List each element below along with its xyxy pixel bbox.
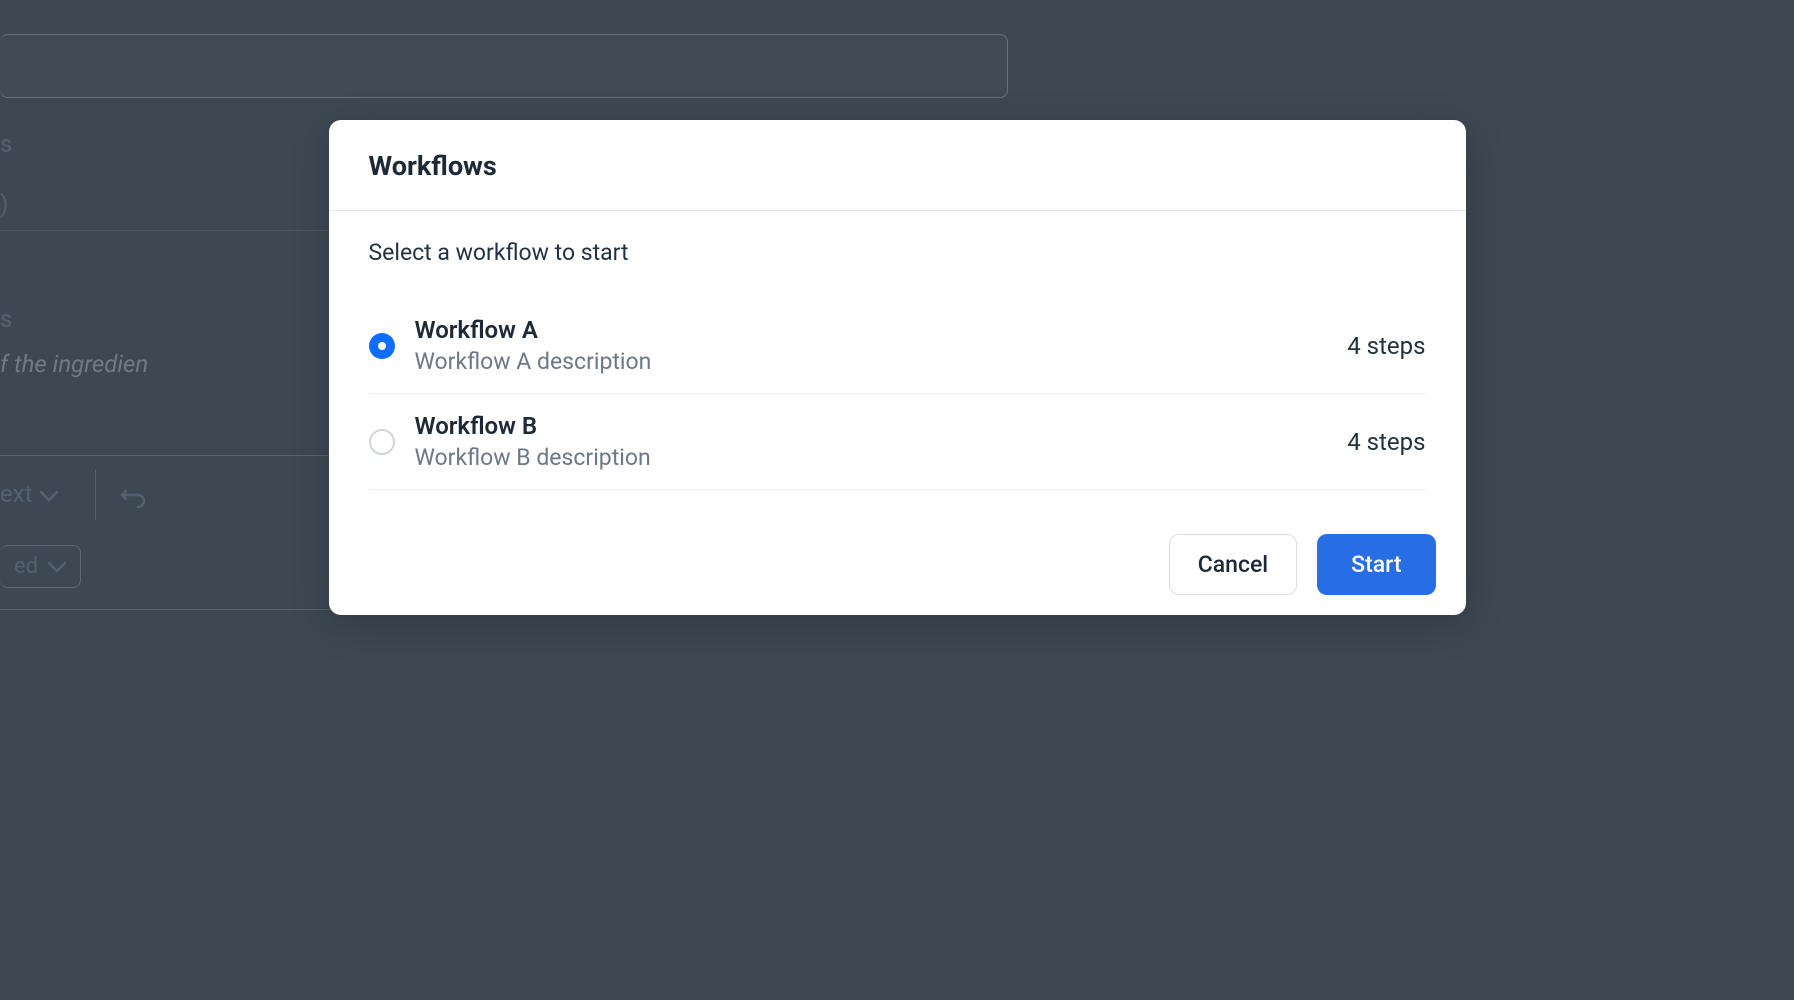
- workflow-option-a[interactable]: Workflow A Workflow A description 4 step…: [369, 316, 1426, 394]
- modal-footer: Cancel Start: [329, 490, 1466, 615]
- workflow-description: Workflow A description: [415, 348, 1328, 375]
- workflow-steps-count: 4 steps: [1347, 428, 1425, 456]
- cancel-button[interactable]: Cancel: [1169, 534, 1297, 595]
- modal-title: Workflows: [369, 150, 1426, 182]
- modal-header: Workflows: [329, 120, 1466, 211]
- workflow-option-b[interactable]: Workflow B Workflow B description 4 step…: [369, 394, 1426, 490]
- workflow-description: Workflow B description: [415, 444, 1328, 471]
- workflow-text-group: Workflow A Workflow A description: [415, 316, 1328, 375]
- workflow-name: Workflow A: [415, 316, 1328, 344]
- start-button[interactable]: Start: [1317, 534, 1435, 595]
- modal-body: Select a workflow to start Workflow A Wo…: [329, 211, 1466, 490]
- workflow-name: Workflow B: [415, 412, 1328, 440]
- modal-subtitle: Select a workflow to start: [369, 239, 1426, 266]
- workflow-text-group: Workflow B Workflow B description: [415, 412, 1328, 471]
- workflows-modal: Workflows Select a workflow to start Wor…: [329, 120, 1466, 615]
- radio-selected[interactable]: [369, 333, 395, 359]
- workflow-steps-count: 4 steps: [1347, 332, 1425, 360]
- radio-unselected[interactable]: [369, 429, 395, 455]
- modal-overlay: Workflows Select a workflow to start Wor…: [0, 0, 1794, 1000]
- workflow-list: Workflow A Workflow A description 4 step…: [369, 316, 1426, 490]
